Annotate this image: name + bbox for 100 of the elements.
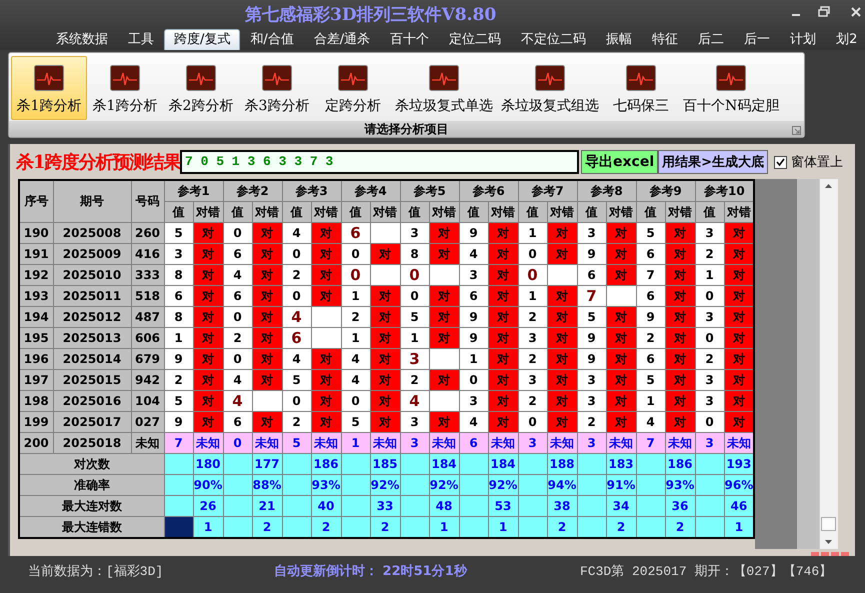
hit-cell: 对	[252, 370, 282, 390]
table-cell: 2	[547, 516, 577, 538]
menu-tab[interactable]: 不定位二码	[511, 29, 596, 50]
table-cell: 416	[131, 244, 164, 264]
table-cell: 1	[429, 516, 459, 538]
table-cell: 88%	[252, 474, 282, 496]
table-cell: 4	[400, 390, 429, 412]
hit-cell: 对	[370, 348, 400, 370]
close-icon[interactable]	[850, 6, 862, 18]
table-cell: 4	[341, 348, 370, 370]
analysis-button[interactable]: 百十个N码定胆	[679, 56, 784, 120]
hit-cell: 对	[665, 222, 695, 244]
heartbeat-icon	[338, 65, 368, 91]
table-cell: 未知	[724, 432, 754, 454]
table-cell: 4	[223, 264, 252, 286]
result-title: 杀1跨度分析预测结果	[16, 151, 180, 174]
generate-button[interactable]: 用结果>生成大底	[658, 150, 768, 174]
hit-cell: 对	[311, 348, 341, 370]
menu-tab[interactable]: 后一	[734, 29, 780, 50]
dialog-launcher-icon[interactable]	[792, 126, 801, 135]
menu-tab[interactable]: 定位二码	[439, 29, 512, 50]
menu-tab[interactable]: 跨度/复式	[164, 29, 240, 50]
hit-cell: 对	[488, 264, 518, 286]
scroll-thumb[interactable]	[821, 517, 836, 531]
menu-tab[interactable]: 工具	[118, 29, 164, 50]
table-cell: 195	[19, 328, 53, 348]
column-header: 对错	[429, 202, 459, 222]
column-header: 对错	[252, 202, 282, 222]
table-cell: 2025008	[53, 222, 131, 244]
countdown-text: 自动更新倒计时： 22时51分1秒	[274, 562, 468, 580]
menu-tab[interactable]: 合差/通杀	[304, 29, 380, 50]
hit-cell: 对	[370, 306, 400, 328]
menu-tab[interactable]: 系统数据	[46, 29, 118, 50]
table-cell: 5	[636, 370, 665, 390]
column-header: 参考3	[282, 180, 341, 202]
hit-cell: 对	[193, 264, 223, 286]
table-cell: 1	[724, 516, 754, 538]
menu-tab[interactable]: 后二	[688, 29, 734, 50]
table-cell: 4	[459, 244, 488, 264]
table-cell: 0	[341, 244, 370, 264]
result-numbers-field[interactable]: 7 0 5 1 3 6 3 3 7 3	[180, 150, 579, 174]
table-cell: 4	[282, 222, 311, 244]
table-cell: 9	[164, 412, 193, 432]
export-button[interactable]: 导出excel	[581, 150, 658, 174]
table-cell: 4	[282, 348, 311, 370]
analysis-button[interactable]: 杀1跨分析	[87, 56, 163, 120]
hit-cell: 对	[606, 222, 636, 244]
table-cell: 92%	[370, 474, 400, 496]
analysis-button[interactable]: 杀2跨分析	[163, 56, 239, 120]
table-cell: 9	[636, 306, 665, 328]
table-cell: 9	[577, 244, 606, 264]
table-cell: 未知	[311, 432, 341, 454]
analysis-button[interactable]: 杀3跨分析	[239, 56, 315, 120]
hit-cell: 对	[724, 244, 754, 264]
restore-icon[interactable]	[818, 6, 830, 18]
hit-cell: 对	[252, 264, 282, 286]
table-cell: 0	[341, 390, 370, 412]
table-cell: 0	[518, 264, 547, 286]
heartbeat-icon	[429, 65, 459, 91]
analysis-button[interactable]: 七码保三	[603, 56, 679, 120]
table-cell: 3	[577, 432, 606, 454]
table-cell: 0	[223, 432, 252, 454]
menu-tab[interactable]: 和/合值	[240, 29, 304, 50]
menu-tab[interactable]: 计划	[780, 29, 826, 50]
menu-tab[interactable]: 特征	[642, 29, 688, 50]
table-cell: 2025011	[53, 286, 131, 306]
menu-tab[interactable]: 百十个	[380, 29, 440, 50]
checkbox-label[interactable]: 窗体置上	[791, 153, 844, 171]
column-header: 号码	[131, 180, 164, 222]
hit-cell: 对	[547, 412, 577, 432]
table-cell: 2025009	[53, 244, 131, 264]
table-cell: 34	[606, 496, 636, 516]
scroll-down-icon[interactable]	[824, 539, 834, 545]
column-header: 对错	[724, 202, 754, 222]
scroll-up-icon[interactable]	[824, 183, 834, 189]
analysis-button[interactable]: 杀垃圾复式组选	[497, 56, 603, 120]
table-cell: 7	[636, 432, 665, 454]
table-cell: 2	[518, 390, 547, 412]
table-cell: 1	[341, 286, 370, 306]
menu-tab[interactable]: 划2	[826, 29, 865, 50]
hit-cell: 对	[606, 412, 636, 432]
table-cell: 184	[429, 454, 459, 474]
hit-cell: 对	[488, 222, 518, 244]
checkbox[interactable]	[774, 156, 788, 168]
menu-tab[interactable]: 振幅	[596, 29, 642, 50]
analysis-button[interactable]: 杀垃圾复式单选	[391, 56, 497, 120]
scrollbar[interactable]	[819, 179, 838, 549]
heartbeat-icon	[186, 65, 216, 91]
table-cell: 2	[252, 516, 282, 538]
row-header: 最大连对数	[19, 496, 164, 516]
table-cell: 2	[370, 516, 400, 538]
table-cell: 0	[695, 286, 724, 306]
table-cell: 未知	[547, 432, 577, 454]
analysis-button[interactable]: 杀1跨分析	[11, 56, 87, 120]
table-cell: 1	[695, 264, 724, 286]
analysis-button[interactable]: 定跨分析	[315, 56, 391, 120]
hit-cell: 对	[547, 328, 577, 348]
column-header: 参考9	[636, 180, 695, 202]
table-cell: 6	[223, 412, 252, 432]
row-header: 对次数	[19, 454, 164, 474]
